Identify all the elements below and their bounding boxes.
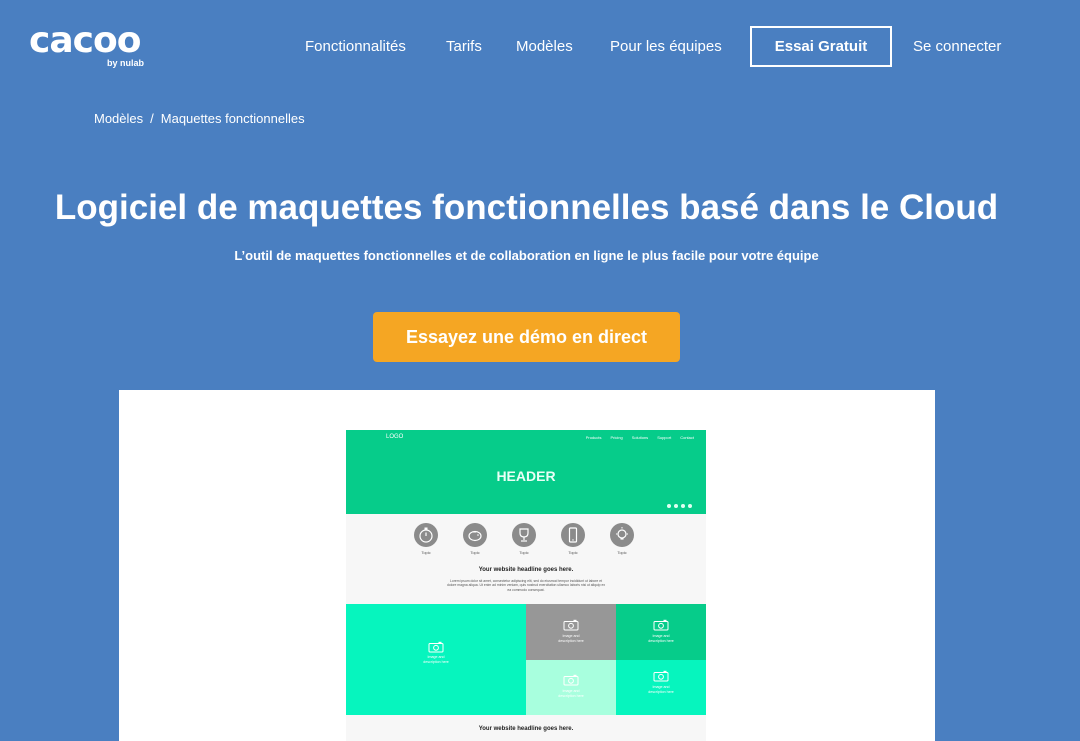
breadcrumb-separator: / — [150, 111, 154, 126]
nav-link-teams[interactable]: Pour les équipes — [610, 38, 722, 55]
piggy-bank-icon — [463, 523, 487, 547]
camera-icon — [653, 619, 669, 631]
mockup-topic: Topic — [602, 523, 642, 559]
lightbulb-icon — [610, 523, 634, 547]
top-navigation: cacoo by nulab Fonctionnalités Tarifs Mo… — [0, 0, 1080, 90]
breadcrumb-current: Maquettes fonctionnelles — [160, 111, 305, 126]
mockup-image-tile: Image and description here — [346, 604, 526, 715]
camera-icon — [563, 674, 579, 686]
free-trial-button[interactable]: Essai Gratuit — [750, 26, 892, 67]
mockup-logo: LOGO — [386, 434, 404, 440]
live-demo-button[interactable]: Essayez une démo en direct — [373, 312, 680, 362]
trophy-icon — [512, 523, 536, 547]
carousel-dots — [667, 504, 692, 508]
mockup-menu: Products Pricing Solutions Support Conta… — [586, 435, 694, 440]
mockup-headline-secondary: Your website headline goes here. — [478, 726, 574, 732]
mockup-topic: Topic — [553, 523, 593, 559]
logo-byline: by nulab — [107, 58, 145, 68]
tile-caption: description here — [423, 660, 449, 664]
mockup-menu-item: Support — [657, 435, 672, 440]
mockup-topic-label: Topic — [617, 550, 627, 555]
mockup-header-band: LOGO Products Pricing Solutions Support … — [346, 430, 706, 514]
tile-caption: description here — [558, 694, 584, 698]
mockup-image-tile: Image and description here — [526, 660, 616, 715]
carousel-dot — [688, 504, 692, 508]
mockup-menu-item: Pricing — [610, 435, 623, 440]
wireframe-mockup: LOGO Products Pricing Solutions Support … — [346, 430, 706, 741]
cacoo-logo[interactable]: cacoo by nulab — [29, 20, 149, 72]
mockup-topic-label: Topic — [519, 550, 529, 555]
tile-caption: Image and — [427, 655, 445, 659]
mockup-header-title: HEADER — [496, 468, 556, 484]
mockup-topic: Topic — [406, 523, 446, 559]
mockup-topics: Topic Topic Topic Topic Topic — [404, 523, 644, 559]
logo-wordmark: cacoo — [29, 20, 141, 61]
camera-icon — [563, 619, 579, 631]
mockup-menu-item: Contact — [680, 435, 694, 440]
mockup-topic-label: Topic — [421, 550, 431, 555]
mobile-icon — [561, 523, 585, 547]
camera-icon — [428, 641, 444, 653]
breadcrumb: Modèles / Maquettes fonctionnelles — [94, 111, 305, 126]
carousel-dot — [681, 504, 685, 508]
camera-icon — [653, 670, 669, 682]
nav-link-templates[interactable]: Modèles — [516, 38, 573, 55]
tile-caption: description here — [648, 690, 674, 694]
tile-caption: Image and — [562, 689, 580, 693]
tile-caption: Image and — [652, 685, 670, 689]
nav-link-pricing[interactable]: Tarifs — [446, 38, 482, 55]
mockup-menu-item: Products — [585, 435, 602, 440]
mockup-body-text: Lorem ipsum dolor sit amet, consectetur … — [446, 579, 606, 592]
carousel-dot — [667, 504, 671, 508]
carousel-dot — [674, 504, 678, 508]
mockup-topic-label: Topic — [470, 550, 480, 555]
tile-caption: description here — [558, 639, 584, 643]
login-link[interactable]: Se connecter — [913, 38, 1001, 55]
mockup-headline: Your website headline goes here. — [478, 567, 574, 573]
mockup-image-tile: Image and description here — [616, 660, 706, 715]
mockup-topic-label: Topic — [568, 550, 578, 555]
template-preview: LOGO Products Pricing Solutions Support … — [119, 390, 935, 741]
mockup-topic: Topic — [504, 523, 544, 559]
mockup-topic: Topic — [455, 523, 495, 559]
mockup-image-tile: Image and description here — [616, 604, 706, 660]
mockup-image-tile: Image and description here — [526, 604, 616, 660]
stopwatch-icon — [414, 523, 438, 547]
breadcrumb-templates-link[interactable]: Modèles — [94, 111, 143, 126]
page-subtitle: L’outil de maquettes fonctionnelles et d… — [234, 248, 819, 263]
tile-caption: Image and — [652, 634, 670, 638]
tile-caption: Image and — [562, 634, 580, 638]
nav-link-features[interactable]: Fonctionnalités — [305, 38, 406, 55]
tile-caption: description here — [648, 639, 674, 643]
mockup-menu-item: Solutions — [631, 435, 649, 440]
page-title: Logiciel de maquettes fonctionnelles bas… — [54, 188, 999, 227]
